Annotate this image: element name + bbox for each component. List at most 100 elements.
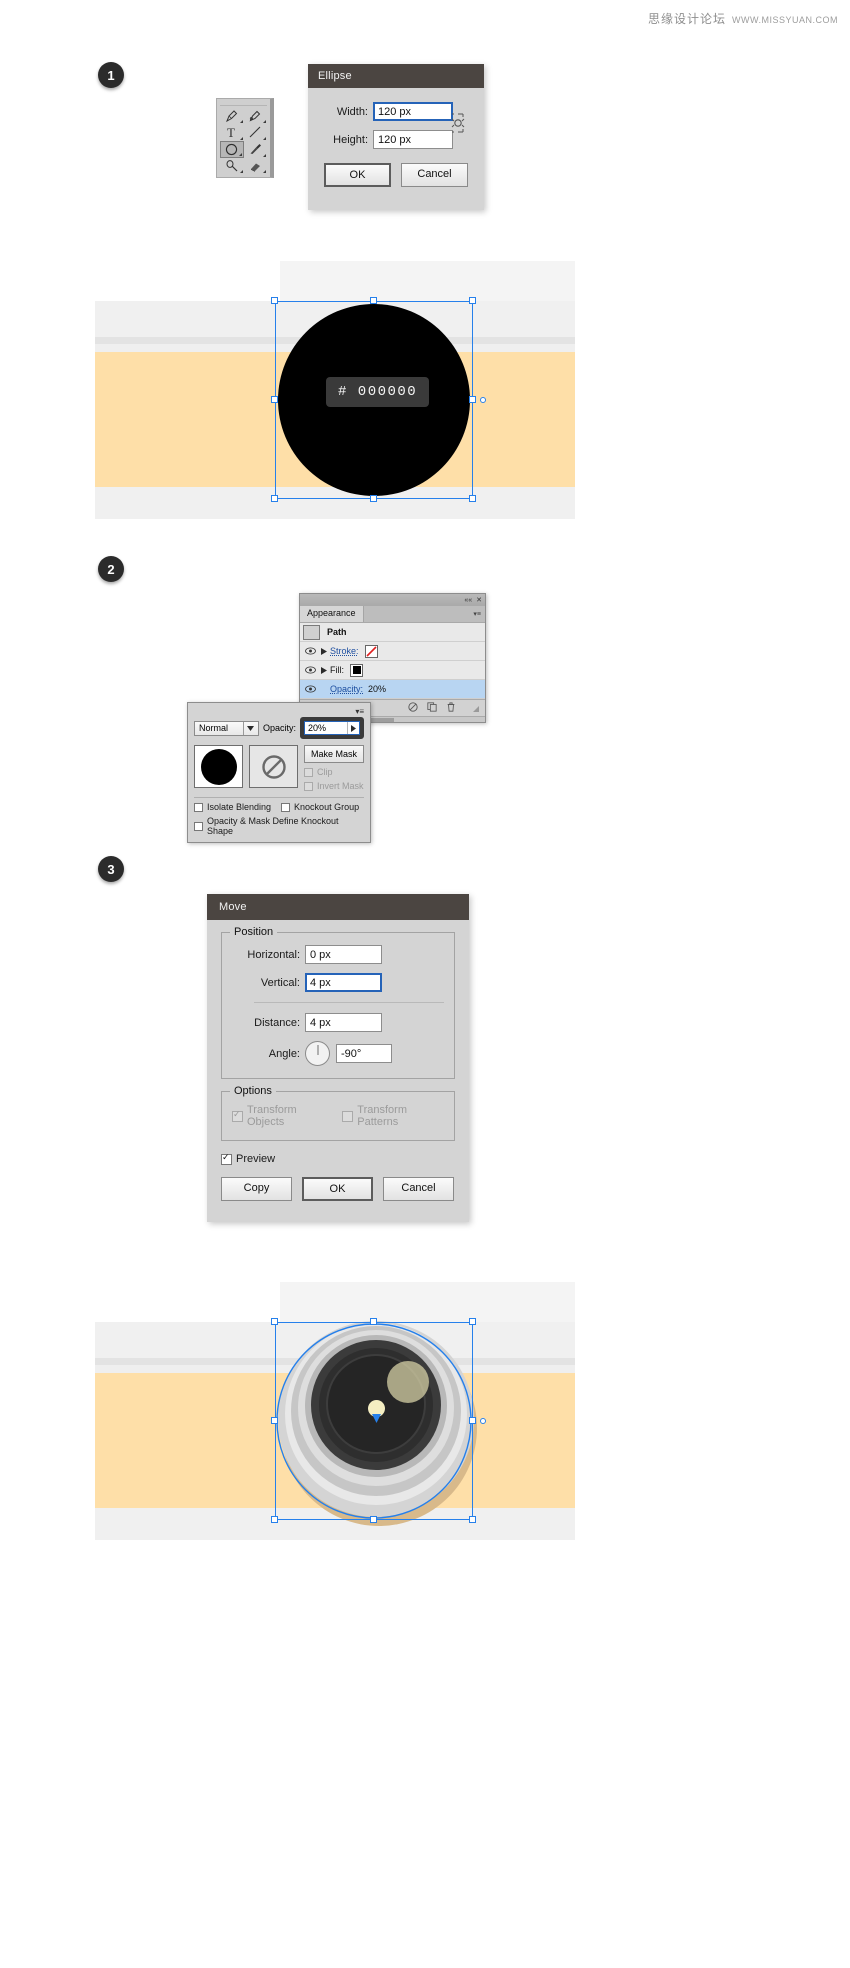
horizontal-input[interactable]: 0 px bbox=[305, 945, 382, 964]
transparency-panel[interactable]: ▾≡ Normal Opacity: 20% Make Mask Clip In… bbox=[187, 702, 371, 843]
selection-handle-br[interactable] bbox=[469, 495, 476, 502]
add-anchor-point-tool-icon bbox=[249, 110, 261, 122]
appearance-panel-menu[interactable]: ▾≡ bbox=[363, 606, 485, 622]
tool-pencil[interactable] bbox=[220, 158, 244, 174]
ellipse-dialog[interactable]: Ellipse Width: 120 px Height: 120 px OK … bbox=[308, 64, 484, 210]
vertical-label: Vertical: bbox=[260, 976, 300, 989]
tool-ellipse[interactable] bbox=[220, 140, 244, 158]
selection-handle-tl[interactable] bbox=[271, 1318, 278, 1325]
distance-input[interactable]: 4 px bbox=[305, 1013, 382, 1032]
visibility-eye-icon[interactable] bbox=[303, 647, 318, 655]
angle-label: Angle: bbox=[268, 1047, 300, 1060]
tool-add-anchor[interactable] bbox=[244, 108, 268, 124]
selection-handle-tc[interactable] bbox=[370, 1318, 377, 1325]
selection-bounding-box bbox=[275, 301, 473, 499]
appearance-row-opacity[interactable]: Opacity: 20% bbox=[300, 680, 485, 699]
tool-pen[interactable] bbox=[220, 108, 244, 124]
tool-type[interactable]: T bbox=[220, 124, 244, 140]
ellipse-width-input[interactable]: 120 px bbox=[373, 102, 453, 121]
selection-handle-bc[interactable] bbox=[370, 1516, 377, 1523]
line-segment-tool-icon bbox=[249, 127, 261, 138]
close-icon[interactable]: ✕ bbox=[476, 596, 482, 604]
selection-handle-bl[interactable] bbox=[271, 495, 278, 502]
appearance-panel-titlebar[interactable]: «« ✕ bbox=[300, 594, 485, 606]
make-mask-button[interactable]: Make Mask bbox=[304, 745, 364, 763]
knockout-group-checkbox[interactable] bbox=[281, 802, 291, 812]
selection-handle-mr[interactable] bbox=[469, 1417, 476, 1424]
visibility-eye-icon[interactable] bbox=[303, 685, 318, 693]
preview-row[interactable]: Preview bbox=[221, 1152, 455, 1165]
ellipse-tool-icon bbox=[226, 143, 238, 155]
selection-handle-mr[interactable] bbox=[469, 396, 476, 403]
preview-checkbox[interactable] bbox=[221, 1152, 232, 1165]
selection-handle-tc[interactable] bbox=[370, 297, 377, 304]
object-thumbnail[interactable] bbox=[194, 745, 243, 788]
vertical-input[interactable]: 4 px bbox=[305, 973, 382, 992]
selection-handle-ml[interactable] bbox=[271, 396, 278, 403]
opacity-stepper-icon[interactable] bbox=[347, 722, 359, 734]
transparency-panel-menu[interactable]: ▾≡ bbox=[194, 707, 364, 716]
selection-anchor-dot[interactable] bbox=[480, 1418, 486, 1424]
ellipse-cancel-button[interactable]: Cancel bbox=[401, 163, 468, 187]
angle-dial[interactable] bbox=[305, 1041, 330, 1066]
mask-thumbnail[interactable] bbox=[249, 745, 298, 788]
duplicate-icon[interactable] bbox=[427, 702, 437, 714]
panel-resize-grip[interactable] bbox=[465, 704, 485, 713]
invert-mask-checkbox-row: Invert Mask bbox=[304, 781, 364, 791]
knockout-group-row[interactable]: Knockout Group bbox=[281, 802, 359, 812]
tab-appearance[interactable]: Appearance bbox=[300, 606, 364, 622]
appearance-stroke-label[interactable]: Stroke: bbox=[330, 646, 359, 656]
appearance-row-path[interactable]: Path bbox=[300, 623, 485, 642]
appearance-opacity-label[interactable]: Opacity: bbox=[330, 684, 363, 694]
selection-handle-br[interactable] bbox=[469, 1516, 476, 1523]
selection-handle-tr[interactable] bbox=[469, 297, 476, 304]
opacity-mask-knockout-row[interactable]: Opacity & Mask Define Knockout Shape bbox=[194, 816, 364, 836]
transform-objects-checkbox bbox=[232, 1109, 243, 1122]
selection-handle-tl[interactable] bbox=[271, 297, 278, 304]
move-copy-button[interactable]: Copy bbox=[221, 1177, 292, 1201]
tool-palette[interactable]: T bbox=[216, 98, 274, 178]
angle-dial-needle bbox=[317, 1045, 318, 1055]
move-cancel-button[interactable]: Cancel bbox=[383, 1177, 454, 1201]
isolate-blending-checkbox[interactable] bbox=[194, 802, 203, 812]
tool-paintbrush[interactable] bbox=[244, 141, 268, 158]
panel-menu-icon[interactable]: ▾≡ bbox=[473, 610, 481, 618]
appearance-fill-label[interactable]: Fill: bbox=[330, 665, 344, 675]
delete-icon[interactable] bbox=[446, 702, 456, 714]
expand-triangle-icon[interactable] bbox=[318, 666, 330, 674]
tool-eraser[interactable] bbox=[244, 158, 268, 174]
tool-palette-grip bbox=[220, 103, 267, 106]
angle-input[interactable]: -90° bbox=[336, 1044, 392, 1063]
constrain-proportions-icon[interactable] bbox=[450, 112, 466, 134]
chevron-down-icon[interactable] bbox=[242, 721, 258, 735]
collapse-icon[interactable]: «« bbox=[464, 597, 472, 604]
no-effect-icon[interactable] bbox=[408, 702, 418, 714]
opacity-label: Opacity: bbox=[262, 723, 296, 733]
opacity-input[interactable]: 20% bbox=[304, 721, 360, 735]
move-ok-button[interactable]: OK bbox=[302, 1177, 373, 1201]
fill-swatch-black[interactable] bbox=[350, 663, 363, 677]
watermark-url-text: WWW.MISSYUAN.COM bbox=[732, 15, 838, 25]
transform-objects-label: Transform Objects bbox=[247, 1104, 297, 1128]
visibility-eye-icon[interactable] bbox=[303, 666, 318, 674]
opacity-mask-knockout-checkbox[interactable] bbox=[194, 821, 203, 831]
type-tool-icon: T bbox=[227, 125, 235, 140]
ellipse-width-row: Width: 120 px bbox=[324, 102, 468, 121]
pen-tool-icon bbox=[225, 110, 237, 123]
selection-handle-ml[interactable] bbox=[271, 1417, 278, 1424]
appearance-row-stroke[interactable]: Stroke: bbox=[300, 642, 485, 661]
panel-menu-icon[interactable]: ▾≡ bbox=[355, 707, 364, 716]
isolate-blending-row[interactable]: Isolate Blending bbox=[194, 802, 271, 812]
expand-triangle-icon[interactable] bbox=[318, 647, 330, 655]
ellipse-height-input[interactable]: 120 px bbox=[373, 130, 453, 149]
selection-handle-bl[interactable] bbox=[271, 1516, 278, 1523]
move-dialog[interactable]: Move Position Horizontal: 0 px Vertical:… bbox=[207, 894, 469, 1222]
appearance-row-fill[interactable]: Fill: bbox=[300, 661, 485, 680]
selection-handle-tr[interactable] bbox=[469, 1318, 476, 1325]
blend-mode-select[interactable]: Normal bbox=[194, 720, 259, 736]
selection-handle-bc[interactable] bbox=[370, 495, 377, 502]
selection-anchor-dot[interactable] bbox=[480, 397, 486, 403]
ellipse-ok-button[interactable]: OK bbox=[324, 163, 392, 187]
stroke-swatch-none[interactable] bbox=[364, 644, 378, 658]
tool-line-segment[interactable] bbox=[244, 124, 268, 140]
